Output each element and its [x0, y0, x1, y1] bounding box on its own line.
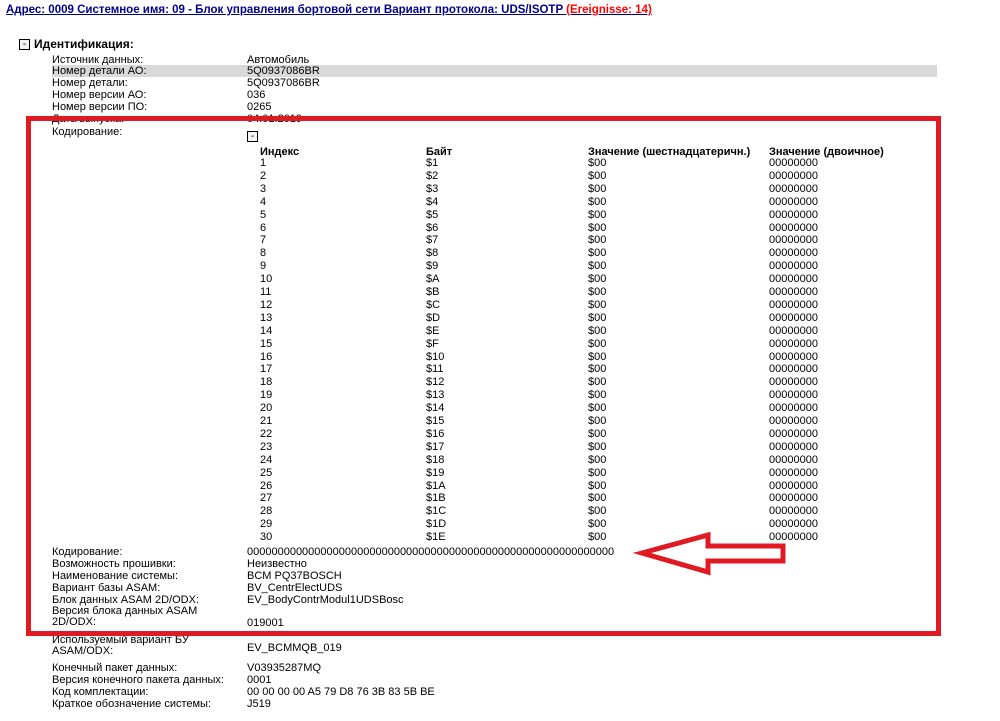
address-header[interactable]: Адрес: 0009 Системное имя: 09 - Блок упр…: [6, 4, 652, 16]
field-row-equipment-code: Код комплектации: 00 00 00 00 A5 79 D8 7…: [52, 686, 937, 698]
field-row-package-version: Версия конечного пакета данных: 0001: [52, 674, 937, 686]
field-label: Версия конечного пакета данных:: [52, 674, 224, 686]
field-row-software-version: Номер версии ПО: 0265: [52, 101, 937, 113]
field-label: Конечный пакет данных:: [52, 662, 178, 674]
field-label: Код комплектации:: [52, 686, 149, 698]
field-value: 5Q0937086BR: [247, 65, 320, 77]
field-row-part-number: Номер детали: 5Q0937086BR: [52, 77, 937, 89]
field-row-final-data-package: Конечный пакет данных: V03935287MQ: [52, 662, 937, 674]
field-value: V03935287MQ: [247, 662, 321, 674]
field-label: Используемый вариант БУ ASAM/ODX:: [52, 634, 189, 657]
field-label: Краткое обозначение системы:: [52, 698, 212, 710]
field-label: Номер версии АО:: [52, 89, 147, 101]
address-header-text[interactable]: Адрес: 0009 Системное имя: 09 - Блок упр…: [6, 4, 563, 16]
field-value: EV_BCMMQB_019: [247, 642, 342, 654]
field-value: 036: [247, 89, 266, 101]
field-value: 0265: [247, 101, 272, 113]
field-value: 00 00 00 00 A5 79 D8 76 3B 83 5B BE: [247, 686, 435, 698]
field-value: J519: [247, 698, 271, 710]
events-link[interactable]: (Ereignisse: 14): [566, 4, 652, 16]
field-label: Номер детали:: [52, 77, 128, 89]
collapse-toggle-button[interactable]: -: [19, 38, 30, 50]
field-row-part-number-ao: Номер детали АО: 5Q0937086BR: [52, 65, 937, 77]
field-label: Номер версии ПО:: [52, 101, 148, 113]
annotation-frame: [26, 116, 941, 636]
field-row-version-ao: Номер версии АО: 036: [52, 89, 937, 101]
field-row-used-variant: Используемый вариант БУ ASAM/ODX: EV_BCM…: [52, 634, 937, 660]
field-value: 0001: [247, 674, 272, 686]
annotation-arrow-icon: [632, 531, 786, 576]
field-value: 5Q0937086BR: [247, 77, 320, 89]
field-row-system-short-name: Краткое обозначение системы: J519: [52, 698, 937, 710]
field-label: Номер детали АО:: [52, 65, 147, 77]
identification-section-header: - Идентификация:: [19, 37, 134, 51]
section-title: Идентификация:: [34, 37, 134, 51]
